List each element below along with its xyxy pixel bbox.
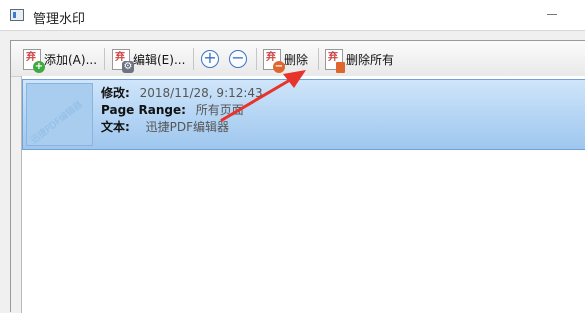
modified-value: 2018/11/28, 9:12:43 — [139, 86, 263, 100]
minimize-button[interactable] — [547, 14, 557, 15]
delete-all-button-label: 删除所有 — [346, 52, 395, 67]
delete-button-label: 删除 — [284, 52, 309, 67]
delete-all-icon: 弃 — [325, 48, 345, 73]
watermark-list[interactable]: 迅捷PDF编辑器 修改: 2018/11/28, 9:12:43 Page Ra… — [21, 76, 585, 313]
toolbar-separator — [193, 48, 194, 70]
toolbar-separator — [256, 48, 257, 70]
add-button-label: 添加(A)... — [44, 52, 98, 67]
watermark-details: 修改: 2018/11/28, 9:12:43 Page Range: 所有页面… — [101, 85, 263, 136]
add-watermark-icon: 弃 + — [23, 48, 45, 73]
thumbnail-watermark-text: 迅捷PDF编辑器 — [29, 99, 85, 146]
text-value: 迅捷PDF编辑器 — [145, 120, 230, 134]
app-icon — [10, 9, 24, 21]
edit-watermark-icon: 弃 ⚙ — [112, 48, 134, 73]
page-range-value: 所有页面 — [195, 103, 244, 117]
delete-watermark-icon: 弃 − — [263, 48, 285, 73]
edit-button[interactable]: 弃 ⚙ 编辑(E)... — [112, 46, 186, 73]
plus-icon: + — [203, 48, 217, 67]
watermark-panel: 弃 + 添加(A)... 弃 ⚙ 编辑(E)... + − 弃 − 删除 弃 删… — [10, 40, 585, 313]
title-bar: 管理水印 — [0, 0, 585, 31]
text-label: 文本: — [101, 120, 130, 134]
edit-button-label: 编辑(E)... — [133, 52, 186, 67]
modified-label: 修改: — [101, 86, 130, 100]
window-title: 管理水印 — [33, 12, 86, 27]
delete-all-button[interactable]: 弃 删除所有 — [325, 46, 395, 73]
zoom-in-button[interactable]: + — [201, 50, 219, 68]
minus-icon: − — [231, 48, 245, 67]
watermark-thumbnail: 迅捷PDF编辑器 — [26, 83, 93, 146]
toolbar: 弃 + 添加(A)... 弃 ⚙ 编辑(E)... + − 弃 − 删除 弃 删… — [11, 41, 585, 77]
add-button[interactable]: 弃 + 添加(A)... — [23, 46, 98, 73]
toolbar-separator — [318, 48, 319, 70]
toolbar-separator — [104, 48, 105, 70]
page-range-label: Page Range: — [101, 103, 186, 117]
delete-button[interactable]: 弃 − 删除 — [263, 46, 309, 73]
watermark-list-item[interactable]: 迅捷PDF编辑器 修改: 2018/11/28, 9:12:43 Page Ra… — [22, 79, 585, 150]
zoom-out-button[interactable]: − — [229, 50, 247, 68]
